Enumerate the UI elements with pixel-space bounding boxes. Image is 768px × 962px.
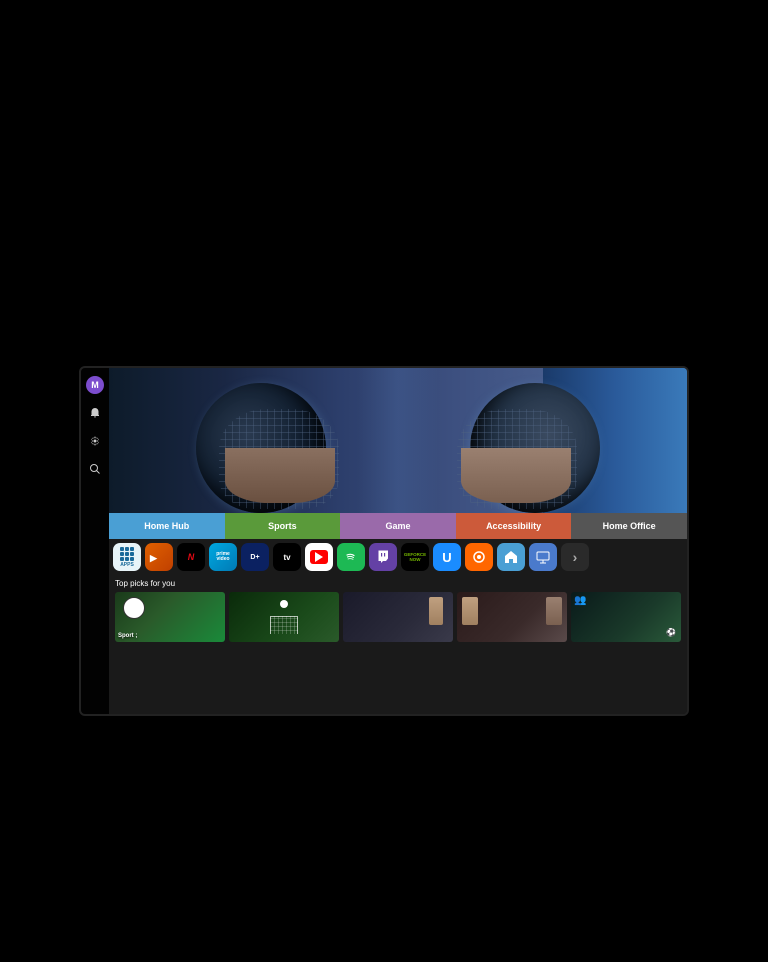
tab-sports[interactable]: Sports xyxy=(225,513,341,539)
prime-video-app[interactable]: primevideo xyxy=(209,543,237,571)
pick-soccer[interactable]: Sport ; xyxy=(115,592,225,642)
main-content: Home Hub Sports Game Accessibility Home … xyxy=(109,368,687,714)
all-apps-button[interactable]: APPS xyxy=(113,543,141,571)
sport-label: Sport ; xyxy=(118,633,137,639)
disney-plus-app[interactable]: D+ xyxy=(241,543,269,571)
netflix-app[interactable]: N xyxy=(177,543,205,571)
uplay-app[interactable]: U xyxy=(433,543,461,571)
boxer-figure-1 xyxy=(462,597,478,625)
top-picks-label: Top picks for you xyxy=(115,579,681,588)
search-icon[interactable] xyxy=(86,460,104,478)
apple-tv-app[interactable]: tv xyxy=(273,543,301,571)
handball-figure xyxy=(429,597,443,625)
picks-row: Sport ; 👥 ⚽ xyxy=(115,592,681,642)
face-right xyxy=(461,448,571,503)
twitch-app[interactable] xyxy=(369,543,397,571)
goal-net xyxy=(270,616,298,634)
nav-tabs: Home Hub Sports Game Accessibility Home … xyxy=(109,513,687,539)
tv-frame: M xyxy=(79,366,689,716)
geforce-now-app[interactable]: GEFORCENOW xyxy=(401,543,429,571)
tab-game[interactable]: Game xyxy=(340,513,456,539)
more-apps-button[interactable]: › xyxy=(561,543,589,571)
smart-home-app[interactable] xyxy=(497,543,525,571)
sidebar: M xyxy=(81,368,109,714)
spotify-app[interactable] xyxy=(337,543,365,571)
tab-accessibility[interactable]: Accessibility xyxy=(456,513,572,539)
pick-boxing[interactable] xyxy=(457,592,567,642)
apps-row: APPS ▶ N primevideo D+ xyxy=(109,539,687,575)
pick-goal[interactable] xyxy=(229,592,339,642)
svg-text:▶: ▶ xyxy=(149,553,158,563)
monitor-app[interactable] xyxy=(529,543,557,571)
avatar[interactable]: M xyxy=(86,376,104,394)
tab-home-office[interactable]: Home Office xyxy=(571,513,687,539)
viaplay-app[interactable]: ▶ xyxy=(145,543,173,571)
hero-area xyxy=(109,368,687,513)
circle-app[interactable] xyxy=(465,543,493,571)
glow-center xyxy=(358,368,438,513)
football-field: ⚽ xyxy=(666,628,676,637)
settings-icon[interactable] xyxy=(86,432,104,450)
top-picks-section: Top picks for you Sport ; xyxy=(109,575,687,714)
hero-image xyxy=(109,368,687,513)
face-left xyxy=(225,448,335,503)
youtube-app[interactable] xyxy=(305,543,333,571)
football-players: 👥 xyxy=(574,595,586,606)
boxer-figure-2 xyxy=(546,597,562,625)
bell-icon[interactable] xyxy=(86,404,104,422)
pick-football[interactable]: 👥 ⚽ xyxy=(571,592,681,642)
tab-home-hub[interactable]: Home Hub xyxy=(109,513,225,539)
pick-handball[interactable] xyxy=(343,592,453,642)
soccer-ball-2 xyxy=(280,600,288,608)
soccer-ball xyxy=(123,597,145,619)
